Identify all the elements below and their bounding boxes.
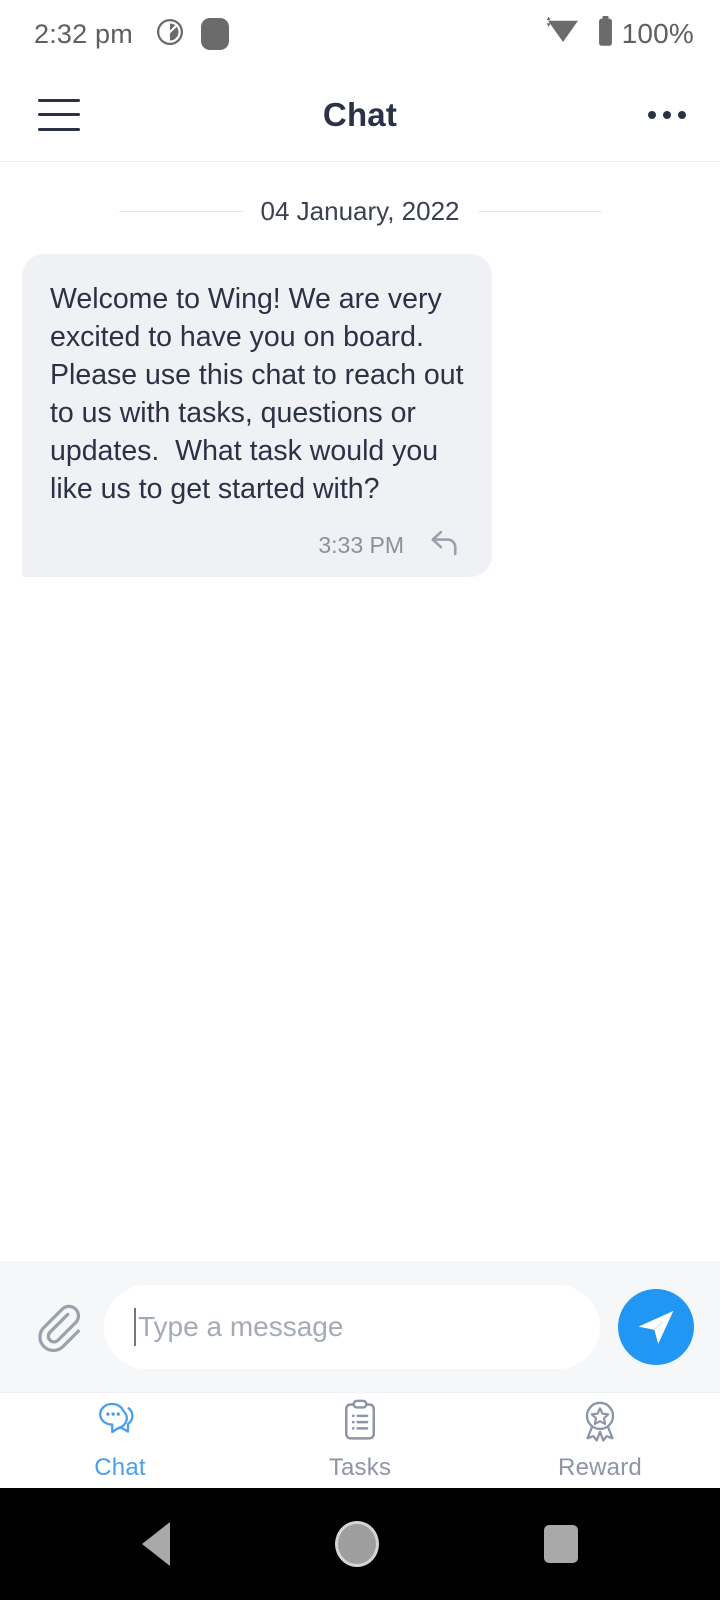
date-divider-label: 04 January, 2022 bbox=[260, 196, 460, 226]
tab-reward-label: Reward bbox=[558, 1454, 642, 1481]
status-bar-left: 2:32 pm bbox=[34, 17, 229, 52]
android-home-icon[interactable] bbox=[334, 1521, 379, 1567]
phone-screen: 2:32 pm 100% Chat 04 January, 2022 Welco… bbox=[0, 0, 720, 1600]
bottom-tab-bar: Chat Tasks Reward bbox=[0, 1392, 720, 1488]
tab-chat[interactable]: Chat bbox=[0, 1393, 240, 1488]
date-divider-rule-left bbox=[118, 211, 243, 212]
message-input-bar bbox=[0, 1261, 720, 1392]
date-divider-rule-right bbox=[477, 211, 602, 212]
battery-full-icon bbox=[596, 16, 615, 52]
android-recents-icon[interactable] bbox=[543, 1525, 578, 1563]
award-medal-icon bbox=[578, 1399, 622, 1448]
battery-percent-label: 100% bbox=[621, 18, 694, 49]
tab-chat-label: Chat bbox=[94, 1454, 146, 1481]
tab-reward[interactable]: Reward bbox=[480, 1393, 720, 1488]
message-meta: 3:33 PM bbox=[50, 528, 464, 563]
status-bar-right: 100% bbox=[544, 15, 694, 52]
chat-message-list[interactable]: 04 January, 2022 Welcome to Wing! We are… bbox=[0, 162, 720, 1261]
tab-tasks[interactable]: Tasks bbox=[240, 1393, 480, 1488]
hamburger-line bbox=[38, 127, 80, 131]
more-options-icon[interactable] bbox=[648, 110, 686, 119]
status-bar: 2:32 pm 100% bbox=[0, 0, 720, 68]
tab-tasks-label: Tasks bbox=[328, 1454, 392, 1481]
message-input[interactable] bbox=[136, 1284, 570, 1369]
hamburger-menu-icon[interactable] bbox=[38, 98, 80, 131]
overflow-dot bbox=[663, 110, 671, 119]
clipboard-list-icon bbox=[339, 1399, 381, 1448]
reply-arrow-icon[interactable] bbox=[428, 528, 462, 563]
page-title: Chat bbox=[322, 95, 398, 133]
status-time: 2:32 pm bbox=[34, 18, 133, 49]
date-divider: 04 January, 2022 bbox=[22, 196, 698, 227]
message-row: Welcome to Wing! We are very excited to … bbox=[22, 254, 698, 577]
rounded-square-app-icon bbox=[200, 18, 229, 50]
message-timestamp: 3:33 PM bbox=[318, 532, 404, 558]
chat-bubbles-icon bbox=[97, 1399, 143, 1448]
wifi-icon bbox=[544, 15, 582, 52]
hamburger-line bbox=[38, 113, 80, 116]
overflow-dot bbox=[648, 110, 656, 119]
app-header: Chat bbox=[0, 68, 720, 162]
do-not-disturb-icon bbox=[155, 17, 185, 52]
android-back-icon[interactable] bbox=[142, 1522, 171, 1566]
android-navigation-bar bbox=[0, 1488, 720, 1600]
message-bubble-incoming[interactable]: Welcome to Wing! We are very excited to … bbox=[22, 254, 492, 577]
overflow-dot bbox=[678, 110, 686, 119]
send-button[interactable] bbox=[618, 1288, 694, 1365]
hamburger-line bbox=[38, 98, 80, 102]
paperclip-icon[interactable] bbox=[30, 1299, 86, 1355]
message-input-wrapper[interactable] bbox=[104, 1284, 600, 1369]
message-text: Welcome to Wing! We are very excited to … bbox=[50, 283, 472, 505]
